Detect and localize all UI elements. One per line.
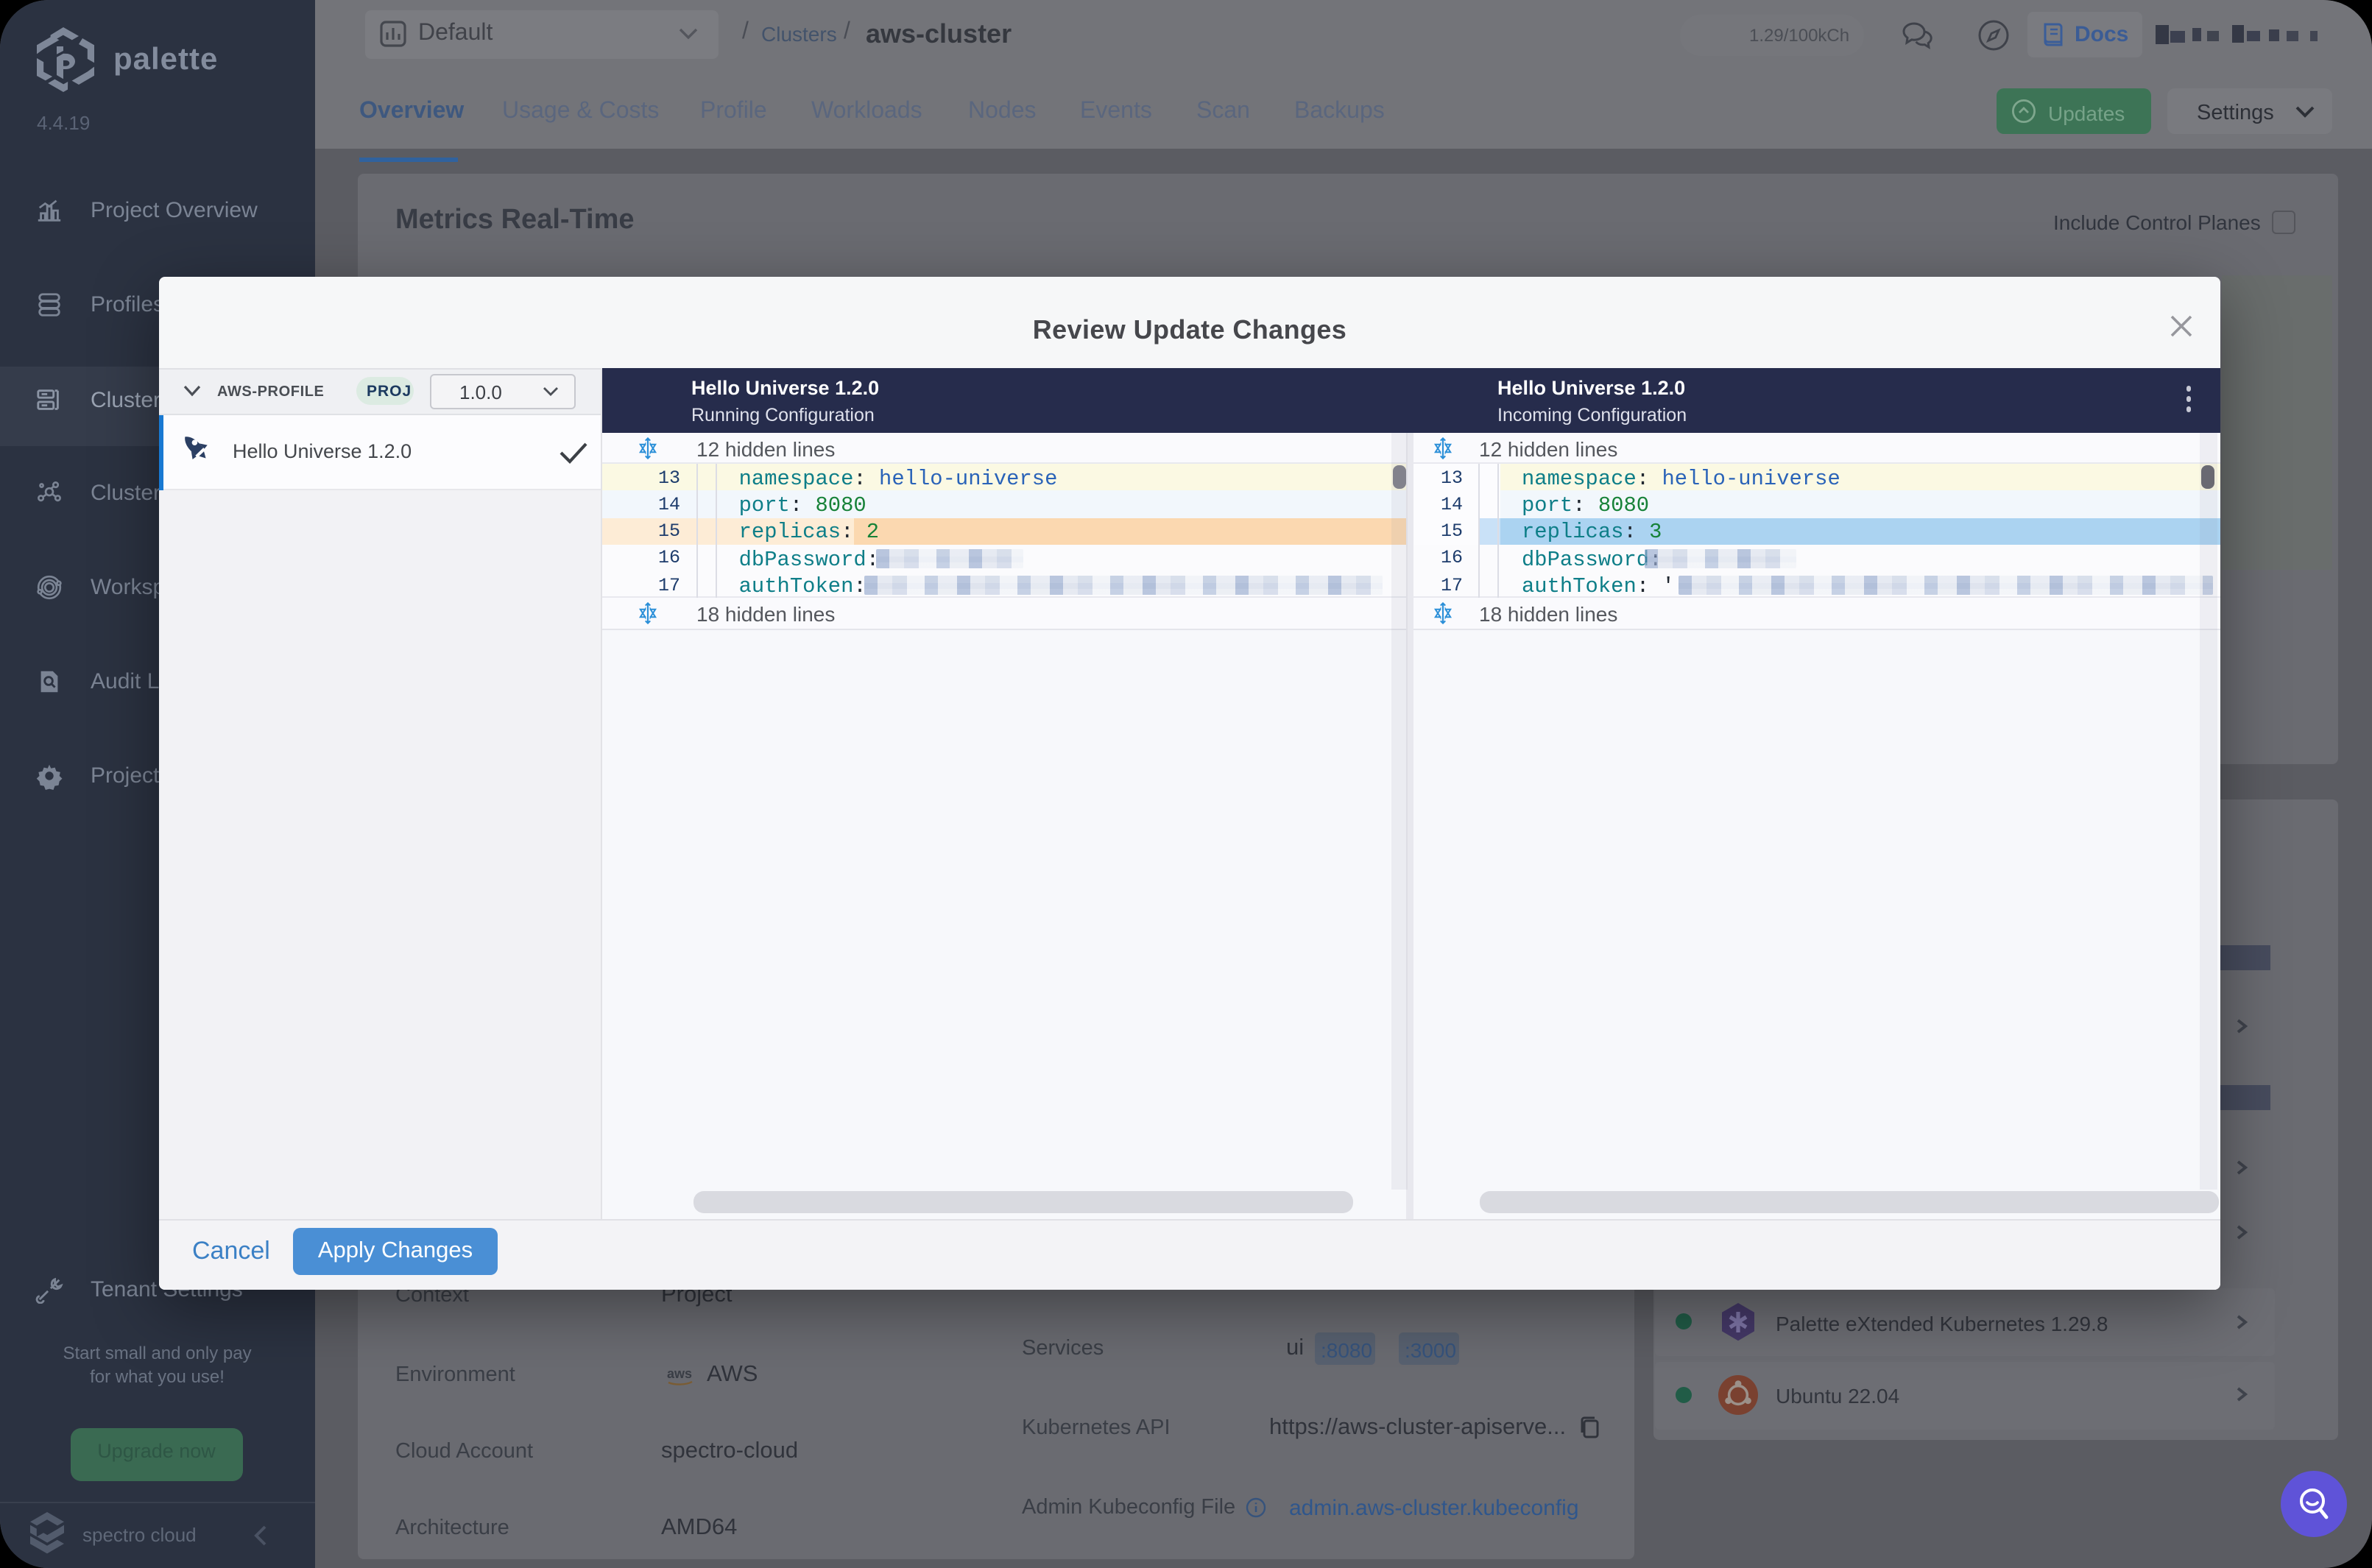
svg-text:aws: aws (667, 1366, 692, 1381)
